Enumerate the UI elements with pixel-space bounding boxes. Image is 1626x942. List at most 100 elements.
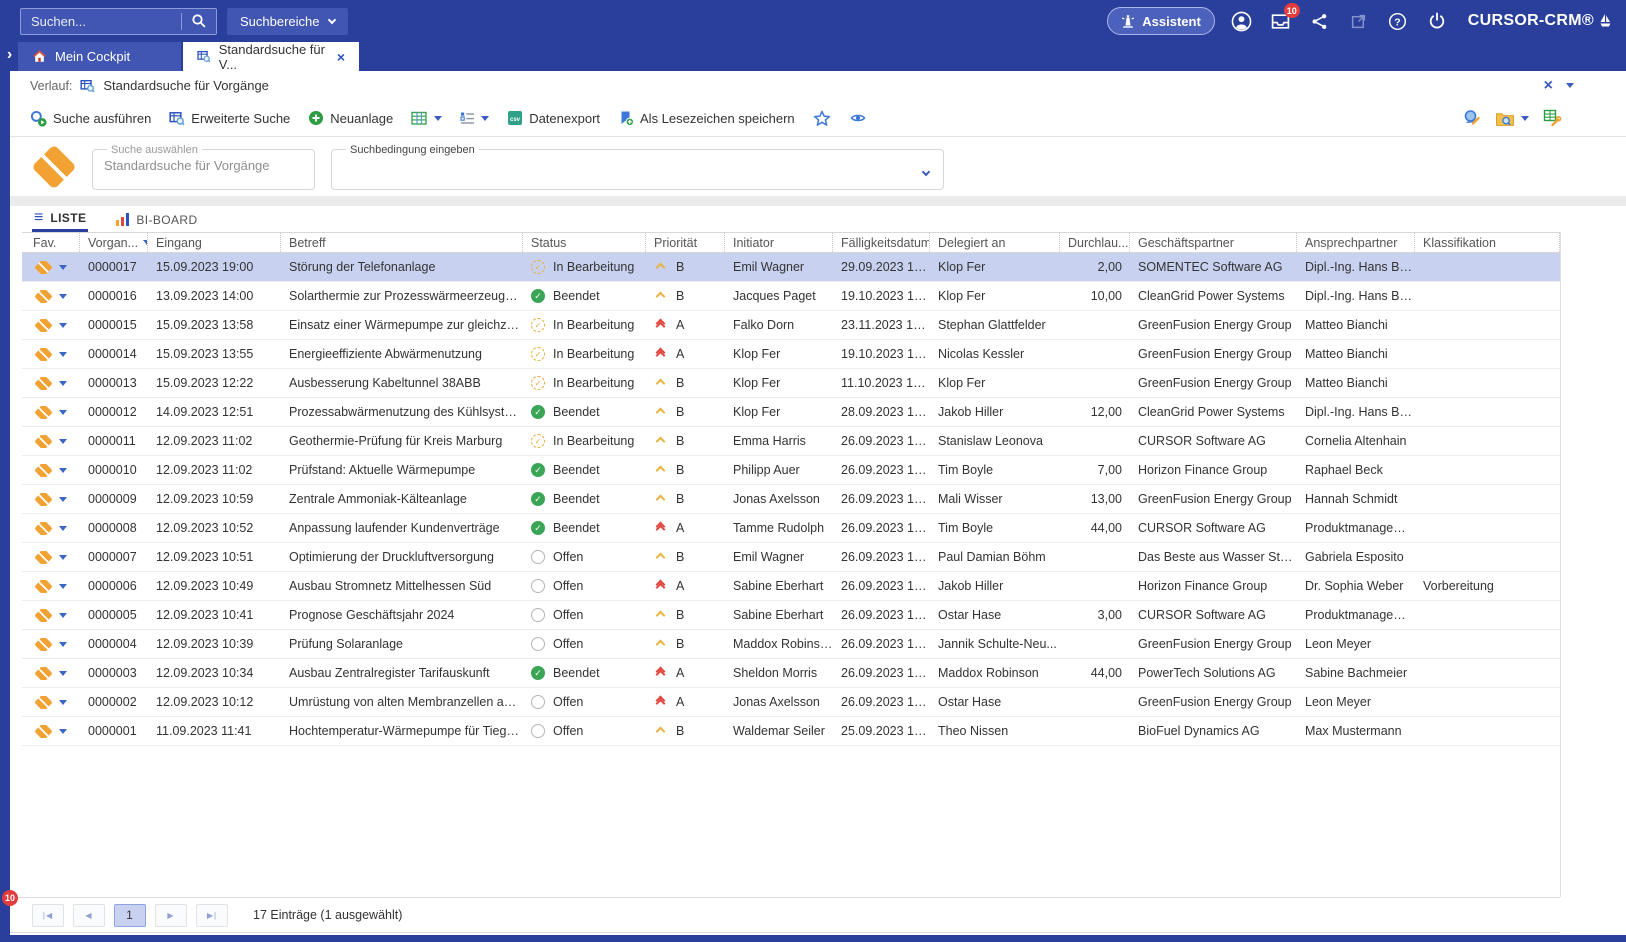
column-header-fav[interactable]: Fav. xyxy=(22,233,80,252)
column-header-klassifikation[interactable]: Klassifikation xyxy=(1415,233,1560,252)
first-page-button[interactable]: |◀ xyxy=(32,903,64,927)
row-menu-chevron-icon[interactable] xyxy=(59,525,67,531)
notifications-button[interactable]: 10 xyxy=(1269,3,1300,33)
history-value[interactable]: Standardsuche für Vorgänge xyxy=(103,78,269,93)
chevron-down-icon[interactable] xyxy=(921,167,931,176)
column-header-status[interactable]: Status xyxy=(523,233,646,252)
column-header-faelligkeitsdatum[interactable]: Fälligkeitsdatum xyxy=(833,233,930,252)
cell-vorgang[interactable]: 0000016 xyxy=(80,289,148,303)
cell-vorgang[interactable]: 0000002 xyxy=(80,695,148,709)
view-table-button[interactable] xyxy=(411,111,443,126)
cell-vorgang[interactable]: 0000008 xyxy=(80,521,148,535)
view-list-button[interactable] xyxy=(460,111,490,125)
row-menu-chevron-icon[interactable] xyxy=(59,670,67,676)
row-menu-chevron-icon[interactable] xyxy=(59,583,67,589)
row-menu-chevron-icon[interactable] xyxy=(59,554,67,560)
caret-down-icon[interactable] xyxy=(1566,83,1574,88)
expand-tabs-button[interactable]: › xyxy=(0,42,16,71)
tab-bi-board[interactable]: BI-BOARD xyxy=(114,206,199,233)
row-menu-chevron-icon[interactable] xyxy=(59,467,67,473)
table-row[interactable]: 0000013 15.09.2023 12:22 Ausbesserung Ka… xyxy=(22,369,1560,398)
tab-mein-cockpit[interactable]: Mein Cockpit xyxy=(18,42,181,71)
cell-vorgang[interactable]: 0000007 xyxy=(80,550,148,564)
next-page-button[interactable]: ▶ xyxy=(155,903,187,927)
column-header-delegiert-an[interactable]: Delegiert an xyxy=(930,233,1060,252)
table-row[interactable]: 0000016 13.09.2023 14:00 Solarthermie zu… xyxy=(22,282,1560,311)
table-row[interactable]: 0000011 12.09.2023 11:02 Geothermie-Prüf… xyxy=(22,427,1560,456)
cell-vorgang[interactable]: 0000001 xyxy=(80,724,148,738)
favorite-diamond-icon[interactable] xyxy=(34,405,53,419)
current-page-button[interactable]: 1 xyxy=(114,903,146,927)
table-row[interactable]: 0000015 15.09.2023 13:58 Einsatz einer W… xyxy=(22,311,1560,340)
user-profile-button[interactable] xyxy=(1230,9,1254,33)
favorite-diamond-icon[interactable] xyxy=(34,579,53,593)
favorite-diamond-icon[interactable] xyxy=(34,695,53,709)
cell-vorgang[interactable]: 0000011 xyxy=(80,434,148,448)
cell-vorgang[interactable]: 0000003 xyxy=(80,666,148,680)
favorite-diamond-icon[interactable] xyxy=(34,376,53,390)
table-row[interactable]: 0000009 12.09.2023 10:59 Zentrale Ammoni… xyxy=(22,485,1560,514)
favorite-diamond-icon[interactable] xyxy=(34,289,53,303)
run-search-button[interactable]: Suche ausführen xyxy=(30,110,151,127)
close-search-icon[interactable]: × xyxy=(1544,77,1553,94)
favorite-diamond-icon[interactable] xyxy=(34,347,53,361)
last-page-button[interactable]: ▶| xyxy=(196,903,228,927)
previous-page-button[interactable]: ◀ xyxy=(73,903,105,927)
favorite-diamond-icon[interactable] xyxy=(34,434,53,448)
table-row[interactable]: 0000012 14.09.2023 12:51 Prozessabwärmen… xyxy=(22,398,1560,427)
data-export-button[interactable]: csv Datenexport xyxy=(507,110,600,126)
edit-search-button[interactable] xyxy=(1462,109,1481,127)
column-header-eingang[interactable]: Eingang xyxy=(148,233,281,252)
close-tab-icon[interactable]: × xyxy=(337,50,345,64)
column-header-betreff[interactable]: Betreff xyxy=(281,233,523,252)
favorite-diamond-icon[interactable] xyxy=(34,318,53,332)
open-external-button[interactable] xyxy=(1347,9,1371,33)
table-row[interactable]: 0000014 15.09.2023 13:55 Energieeffizien… xyxy=(22,340,1560,369)
favorite-diamond-icon[interactable] xyxy=(34,521,53,535)
row-menu-chevron-icon[interactable] xyxy=(59,728,67,734)
table-row[interactable]: 0000004 12.09.2023 10:39 Prüfung Solaran… xyxy=(22,630,1560,659)
row-menu-chevron-icon[interactable] xyxy=(59,293,67,299)
cell-vorgang[interactable]: 0000005 xyxy=(80,608,148,622)
row-menu-chevron-icon[interactable] xyxy=(59,409,67,415)
row-menu-chevron-icon[interactable] xyxy=(59,438,67,444)
column-header-ansprechpartner[interactable]: Ansprechpartner xyxy=(1297,233,1415,252)
assistant-button[interactable]: Assistent xyxy=(1107,7,1215,35)
share-button[interactable] xyxy=(1308,9,1332,33)
cell-vorgang[interactable]: 0000014 xyxy=(80,347,148,361)
table-row[interactable]: 0000008 12.09.2023 10:52 Anpassung laufe… xyxy=(22,514,1560,543)
table-row[interactable]: 0000006 12.09.2023 10:49 Ausbau Stromnet… xyxy=(22,572,1560,601)
cell-vorgang[interactable]: 0000006 xyxy=(80,579,148,593)
table-row[interactable]: 0000002 12.09.2023 10:12 Umrüstung von a… xyxy=(22,688,1560,717)
row-menu-chevron-icon[interactable] xyxy=(59,264,67,270)
row-menu-chevron-icon[interactable] xyxy=(59,351,67,357)
favorite-diamond-icon[interactable] xyxy=(34,463,53,477)
row-menu-chevron-icon[interactable] xyxy=(59,612,67,618)
table-settings-button[interactable] xyxy=(1543,109,1562,127)
favorite-diamond-icon[interactable] xyxy=(34,492,53,506)
preview-button[interactable] xyxy=(849,110,867,126)
search-button[interactable] xyxy=(182,9,216,34)
notification-badge-bottom[interactable]: 10 xyxy=(2,890,18,906)
cell-vorgang[interactable]: 0000004 xyxy=(80,637,148,651)
table-row[interactable]: 0000017 15.09.2023 19:00 Störung der Tel… xyxy=(22,253,1560,282)
cell-vorgang[interactable]: 0000010 xyxy=(80,463,148,477)
favorite-diamond-icon[interactable] xyxy=(34,260,53,274)
favorite-diamond-icon[interactable] xyxy=(34,637,53,651)
help-button[interactable]: ? xyxy=(1386,9,1410,33)
table-row[interactable]: 0000010 12.09.2023 11:02 Prüfstand: Aktu… xyxy=(22,456,1560,485)
favorite-diamond-icon[interactable] xyxy=(34,724,53,738)
column-header-durchlauf[interactable]: Durchlau... xyxy=(1060,233,1130,252)
row-menu-chevron-icon[interactable] xyxy=(59,380,67,386)
favorite-star-button[interactable] xyxy=(813,110,831,127)
cell-vorgang[interactable]: 0000012 xyxy=(80,405,148,419)
column-header-initiator[interactable]: Initiator xyxy=(725,233,833,252)
cell-vorgang[interactable]: 0000013 xyxy=(80,376,148,390)
table-row[interactable]: 0000005 12.09.2023 10:41 Prognose Geschä… xyxy=(22,601,1560,630)
column-header-prioritaet[interactable]: Priorität xyxy=(646,233,725,252)
table-row[interactable]: 0000001 11.09.2023 11:41 Hochtemperatur-… xyxy=(22,717,1560,746)
create-button[interactable]: Neuanlage xyxy=(308,110,393,126)
cell-vorgang[interactable]: 0000015 xyxy=(80,318,148,332)
logout-button[interactable] xyxy=(1425,9,1449,33)
tab-standardsuche[interactable]: Standardsuche für V... × xyxy=(183,42,359,72)
